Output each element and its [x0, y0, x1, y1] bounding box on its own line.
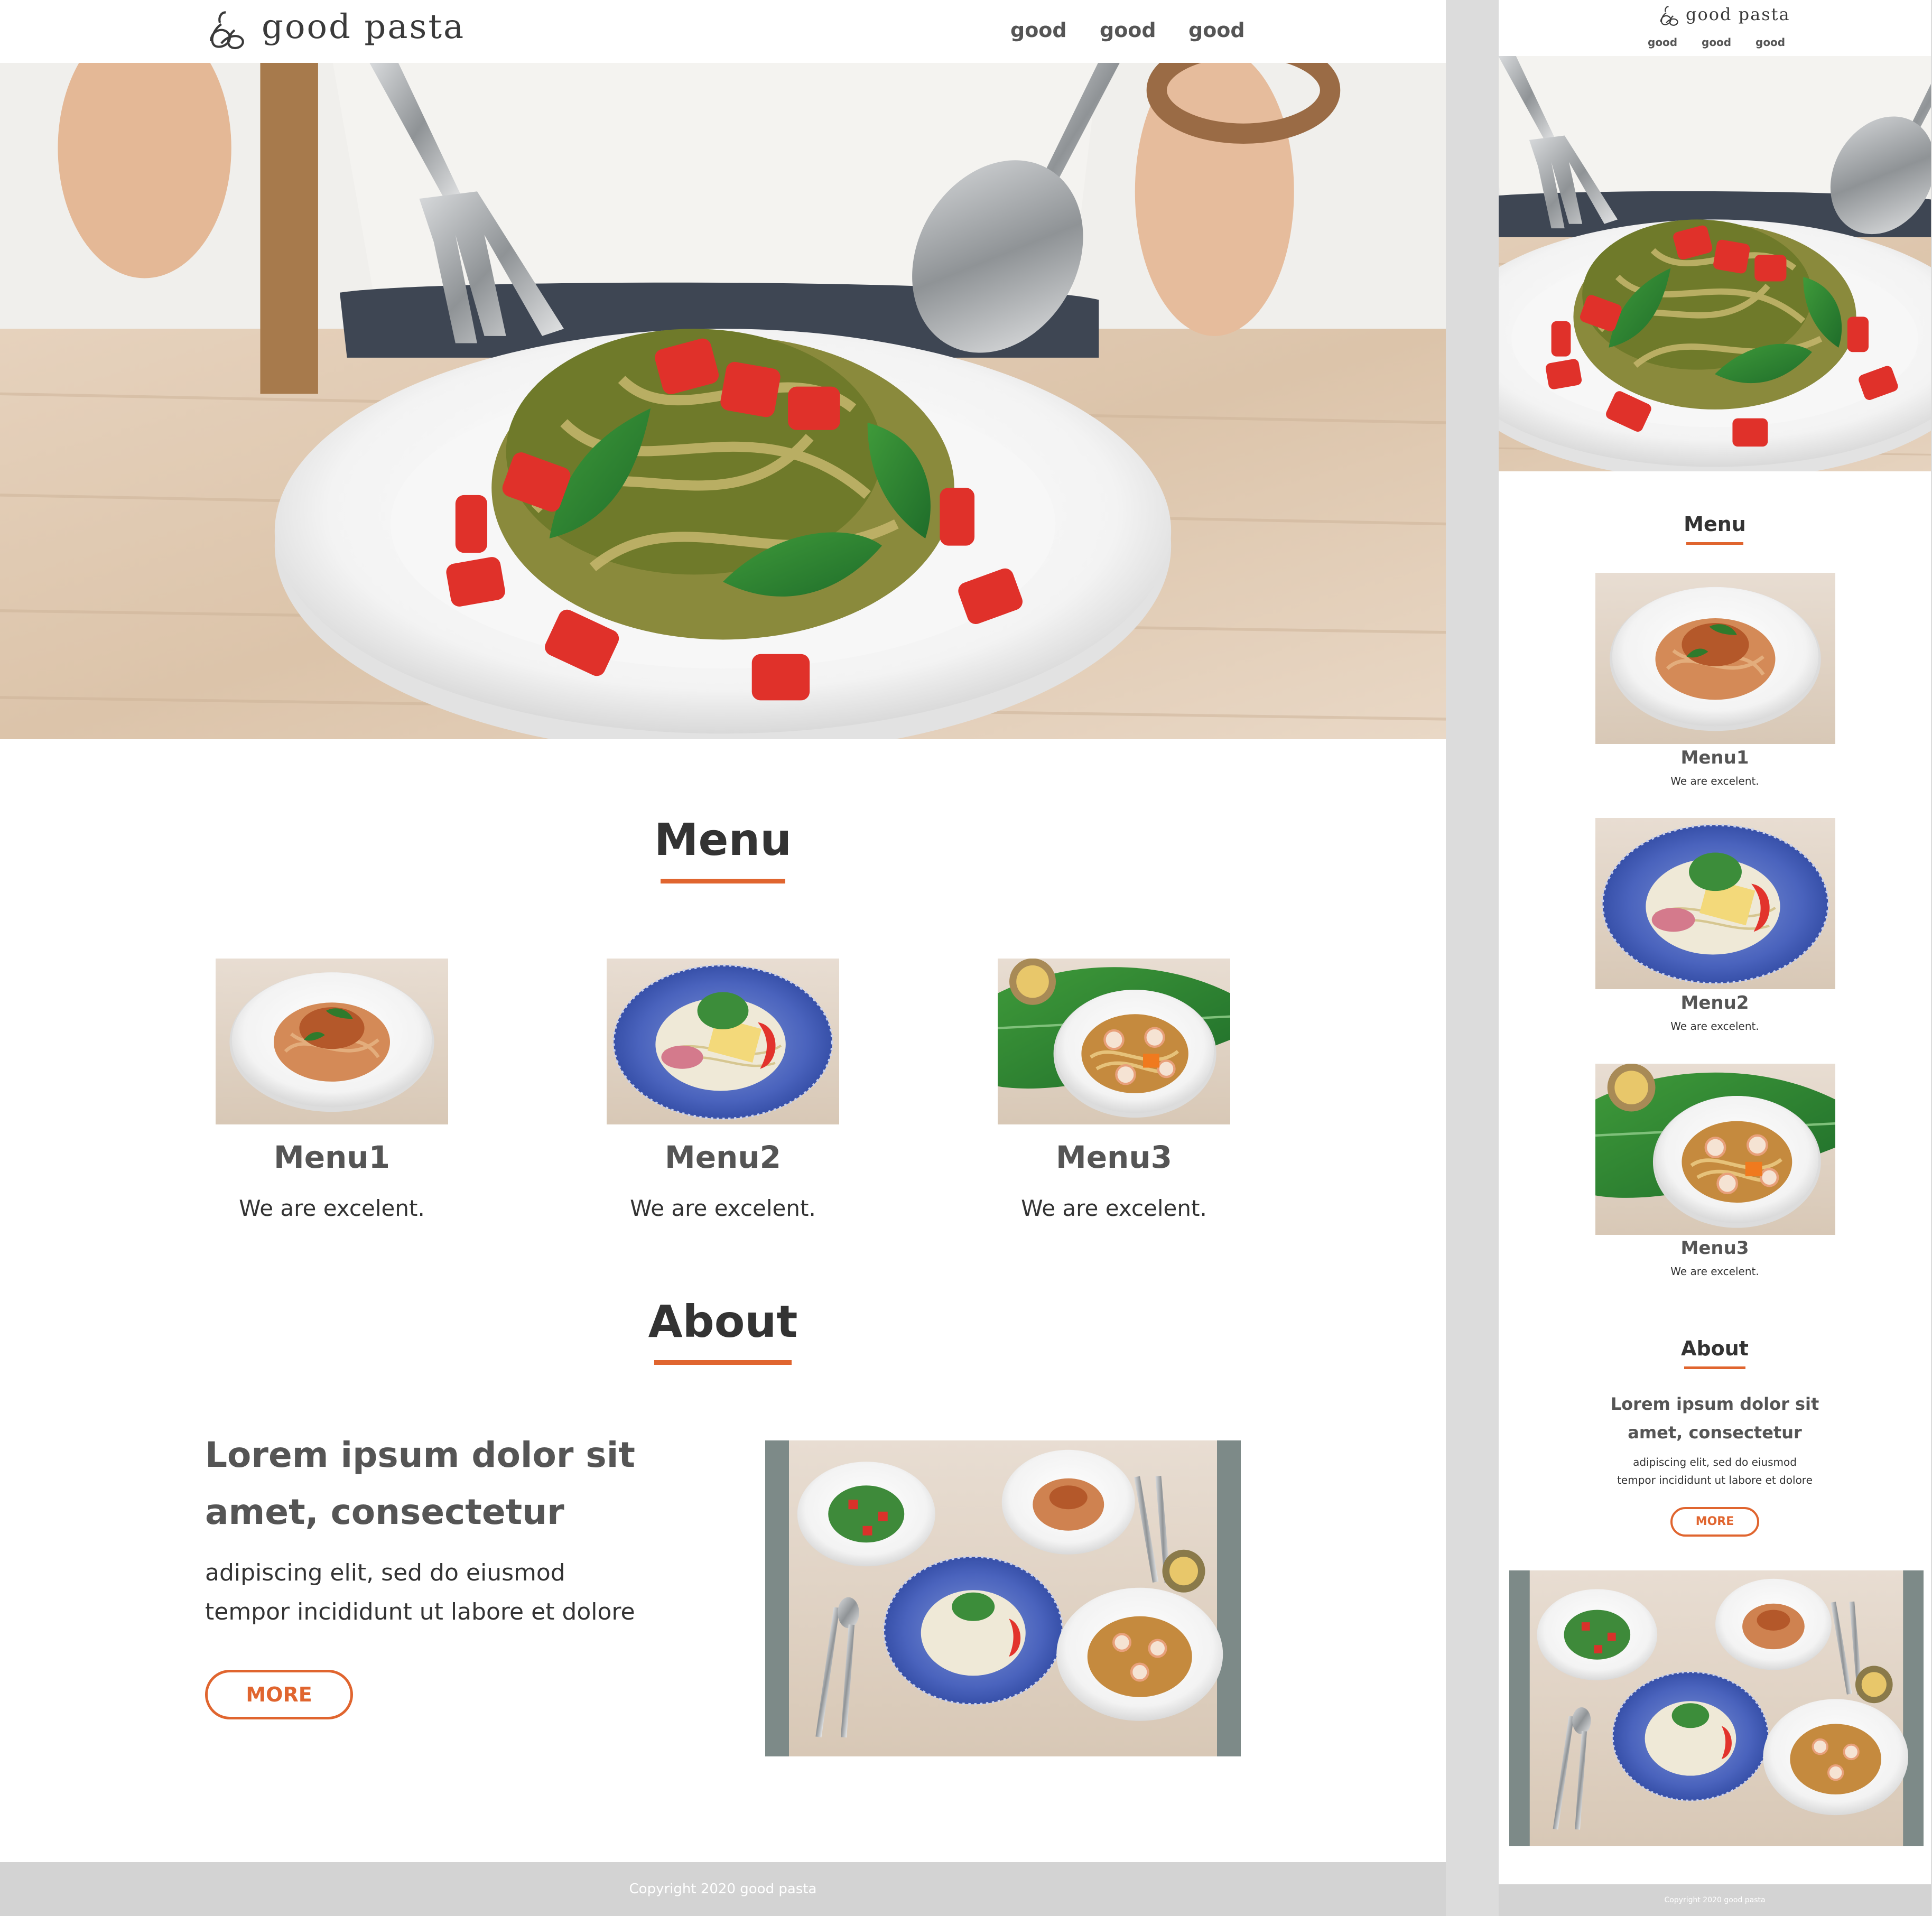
menu1-desc: We are excelent. [239, 1195, 425, 1221]
mobile-menu1-name: Menu1 [1680, 747, 1749, 768]
about-body-line2: tempor incididunt ut labore et dolore [205, 1598, 635, 1625]
menu3-desc: We are excelent. [1021, 1195, 1207, 1221]
mobile-nav-item-2[interactable]: good [1702, 36, 1731, 49]
mobile-menu-section-title: Menu [1684, 513, 1746, 536]
menu2-desc: We are excelent. [630, 1195, 816, 1221]
brand-logo-link[interactable]: good pasta [262, 7, 465, 46]
footer-copyright: Copyright 2020 good pasta [629, 1881, 817, 1897]
mobile-about-more-button[interactable]: MORE [1670, 1507, 1759, 1537]
menu3-name: Menu3 [1056, 1139, 1172, 1175]
about-body-line1: adipiscing elit, sed do eiusmod [205, 1559, 565, 1586]
site-footer: Copyright 2020 good pasta [0, 1862, 1446, 1916]
mobile-nav-item-1[interactable]: good [1648, 36, 1677, 49]
mobile-menu-title-underline [1686, 542, 1743, 545]
desktop-view: good pasta good good good Menu Menu1 We … [0, 0, 1446, 1916]
mobile-menu3-image[interactable] [1595, 1064, 1835, 1235]
mobile-brand-logo-link[interactable]: good pasta [1686, 4, 1790, 24]
mobile-about-title-underline [1684, 1366, 1745, 1369]
about-heading-line2: amet, consectetur [205, 1492, 564, 1532]
about-heading-line1: Lorem ipsum dolor sit [205, 1435, 635, 1475]
about-section-title: About [648, 1296, 798, 1347]
about-body: adipiscing elit, sed do eiusmod tempor i… [205, 1554, 786, 1632]
nav-item-2[interactable]: good [1100, 18, 1156, 42]
hero-image [0, 63, 1446, 739]
menu-section-title: Menu [654, 814, 792, 866]
menu3-image[interactable] [998, 959, 1230, 1124]
mobile-about-body-line2: tempor incididunt ut labore et dolore [1617, 1474, 1813, 1486]
about-more-button[interactable]: MORE [205, 1670, 353, 1719]
menu2-name: Menu2 [665, 1139, 781, 1175]
mobile-nav-item-3[interactable]: good [1755, 36, 1785, 49]
menu2-image[interactable] [607, 959, 839, 1124]
mobile-about-heading-line1: Lorem ipsum dolor sit [1610, 1394, 1819, 1414]
mobile-about-image [1509, 1570, 1924, 1846]
mobile-menu1-desc: We are excelent. [1670, 775, 1759, 787]
site-header: good pasta good good good [0, 0, 1446, 63]
mobile-footer: Copyright 2020 good pasta [1499, 1884, 1931, 1916]
about-title-underline [654, 1360, 792, 1365]
mobile-menu3-desc: We are excelent. [1670, 1265, 1759, 1278]
mobile-about-body: adipiscing elit, sed do eiusmod tempor i… [1530, 1453, 1900, 1489]
mobile-footer-copyright: Copyright 2020 good pasta [1664, 1896, 1766, 1904]
pasta-swirl-icon [1657, 4, 1682, 27]
menu1-image[interactable] [216, 959, 448, 1124]
about-heading: Lorem ipsum dolor sit amet, consectetur [205, 1427, 733, 1541]
mobile-about-section-title: About [1681, 1337, 1749, 1360]
mobile-view: good pasta good good good Menu Menu1 We … [1499, 0, 1931, 1916]
mobile-menu3-name: Menu3 [1680, 1238, 1749, 1259]
mobile-menu2-image[interactable] [1595, 818, 1835, 989]
mobile-about-body-line1: adipiscing elit, sed do eiusmod [1633, 1456, 1797, 1468]
mobile-about-heading: Lorem ipsum dolor sit amet, consectetur [1530, 1390, 1900, 1447]
mobile-menu2-name: Menu2 [1680, 992, 1749, 1013]
menu1-name: Menu1 [274, 1139, 390, 1175]
nav-item-1[interactable]: good [1010, 18, 1067, 42]
mobile-menu2-desc: We are excelent. [1670, 1020, 1759, 1033]
nav-item-3[interactable]: good [1188, 18, 1245, 42]
mobile-header: good pasta good good good [1499, 0, 1931, 56]
pasta-swirl-icon [203, 8, 251, 52]
mobile-hero-image [1499, 56, 1931, 471]
mobile-about-heading-line2: amet, consectetur [1628, 1422, 1802, 1443]
about-image [765, 1440, 1241, 1756]
mobile-menu1-image[interactable] [1595, 573, 1835, 744]
menu-title-underline [661, 879, 785, 883]
